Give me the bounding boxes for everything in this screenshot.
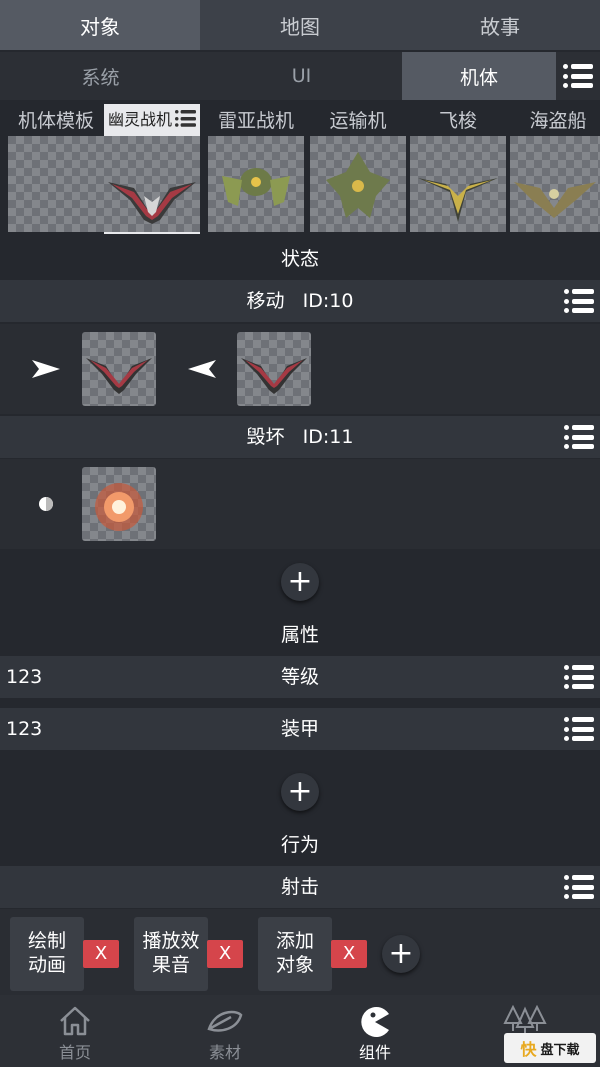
attribute-row-level[interactable]: 123 等级 (0, 656, 600, 698)
destroy-state-id: ID:11 (302, 426, 354, 448)
home-icon (60, 1006, 90, 1036)
frame-thumbnail[interactable] (82, 332, 156, 406)
watermark-logo: 快 盘下载 (504, 1033, 596, 1063)
list-menu-icon[interactable] (564, 289, 594, 313)
trees-icon (503, 1005, 547, 1033)
action-play-sound[interactable]: 播放效 果音 (134, 917, 208, 991)
top-tab-bar: 对象 地图 故事 (0, 0, 600, 50)
behavior-event-header[interactable]: 射击 (0, 866, 600, 908)
action-add-object[interactable]: 添加 对象 (258, 917, 332, 991)
remove-action-button[interactable]: X (331, 940, 367, 968)
arrow-left-icon[interactable] (188, 360, 216, 378)
pirate-ship-icon (514, 182, 596, 218)
nav-components[interactable]: 组件 (300, 995, 450, 1067)
subtab-system[interactable]: 系统 (0, 52, 201, 100)
ship-name: 机体模板 (17, 110, 94, 132)
behavior-event-label: 射击 (280, 876, 319, 898)
frame-thumbnail[interactable] (82, 467, 156, 541)
arrow-right-icon[interactable] (32, 360, 60, 378)
destroy-state-label: 毁坏 (246, 426, 285, 448)
behavior-section-title: 行为 (280, 834, 319, 856)
ghost-fighter-icon (241, 358, 307, 394)
ship-name: 运输机 (329, 110, 387, 132)
frame-thumbnail[interactable] (237, 332, 311, 406)
remove-action-button[interactable]: X (83, 940, 119, 968)
tab-story[interactable]: 故事 (400, 0, 600, 50)
attribute-row-armor[interactable]: 123 装甲 (0, 708, 600, 750)
behavior-actions: 绘制 动画 X 播放效 果音 X 添加 对象 X + (0, 909, 600, 995)
action-label: 添加 (275, 930, 314, 952)
ship-card-ghost-fighter[interactable]: 幽灵战机 (104, 104, 200, 234)
add-attribute-button[interactable]: + (281, 773, 319, 811)
raya-fighter-icon (222, 168, 290, 206)
attribute-label: 装甲 (280, 718, 319, 740)
watermark-text: 盘下载 (540, 1042, 580, 1058)
state-section-title: 状态 (280, 248, 319, 270)
nav-label: 素材 (208, 1043, 241, 1062)
ship-card-transport[interactable]: 运输机 (310, 104, 406, 234)
list-menu-icon[interactable] (564, 425, 594, 449)
subtab-ui[interactable]: UI (201, 52, 402, 100)
action-label: 绘制 (27, 930, 66, 952)
ship-list: 机体模板 幽灵战机 雷亚战机 运输机 飞梭 海盗船 (0, 104, 600, 234)
ship-thumbnail (208, 136, 304, 232)
ship-card-pirate[interactable]: 海盗船 (510, 104, 600, 234)
ship-menu-icon[interactable] (175, 110, 196, 127)
action-draw-animation[interactable]: 绘制 动画 (10, 917, 84, 991)
shuttle-icon (418, 178, 498, 222)
leaf-icon (207, 1010, 243, 1032)
list-menu-icon (563, 64, 593, 88)
subtab-ship[interactable]: 机体 (402, 52, 556, 100)
sub-tab-bar: 系统 UI 机体 (0, 52, 600, 100)
explosion-icon (95, 483, 143, 531)
ship-card-raya-fighter[interactable]: 雷亚战机 (208, 104, 304, 234)
action-label: 动画 (27, 954, 66, 976)
list-menu-icon[interactable] (564, 717, 594, 741)
add-state-button[interactable]: + (281, 563, 319, 601)
ship-thumbnail (510, 136, 600, 232)
ship-thumbnail (410, 136, 506, 232)
transport-ship-icon (326, 152, 390, 218)
ship-thumbnail (104, 136, 200, 232)
destroy-state-header[interactable]: 毁坏 ID:11 (0, 416, 600, 458)
ship-thumbnail-empty (8, 136, 104, 232)
move-state-label: 移动 (246, 290, 285, 312)
action-label: 对象 (275, 954, 314, 976)
ghost-fighter-icon (108, 182, 196, 224)
destroy-state-frames (0, 459, 600, 549)
ship-name: 海盗船 (529, 110, 587, 132)
nav-assets[interactable]: 素材 (150, 995, 300, 1067)
subtab-menu-button[interactable] (556, 52, 600, 100)
remove-action-button[interactable]: X (207, 940, 243, 968)
attributes-section-title: 属性 (280, 624, 319, 646)
move-state-frames (0, 324, 600, 414)
list-menu-icon[interactable] (564, 665, 594, 689)
add-action-button[interactable]: + (382, 935, 420, 973)
move-state-id: ID:10 (302, 290, 354, 312)
move-state-header[interactable]: 移动 ID:10 (0, 280, 600, 322)
attribute-label: 等级 (280, 666, 319, 688)
ship-name: 雷亚战机 (217, 110, 294, 132)
action-label: 果音 (151, 954, 190, 976)
ship-card-template[interactable]: 机体模板 (8, 104, 104, 234)
ghost-fighter-icon (86, 358, 152, 394)
ship-name: 飞梭 (438, 110, 477, 132)
ship-thumbnail (310, 136, 406, 232)
tab-map[interactable]: 地图 (200, 0, 400, 50)
watermark-brand: 快 (520, 1040, 537, 1059)
nav-label: 组件 (358, 1043, 391, 1062)
pacman-icon (361, 1007, 389, 1037)
nav-home[interactable]: 首页 (0, 995, 150, 1067)
list-menu-icon[interactable] (564, 875, 594, 899)
nav-label: 首页 (58, 1043, 91, 1062)
tab-object[interactable]: 对象 (0, 0, 200, 50)
dot-icon[interactable] (38, 496, 54, 512)
action-label: 播放效 (142, 930, 200, 952)
ship-card-shuttle[interactable]: 飞梭 (410, 104, 506, 234)
